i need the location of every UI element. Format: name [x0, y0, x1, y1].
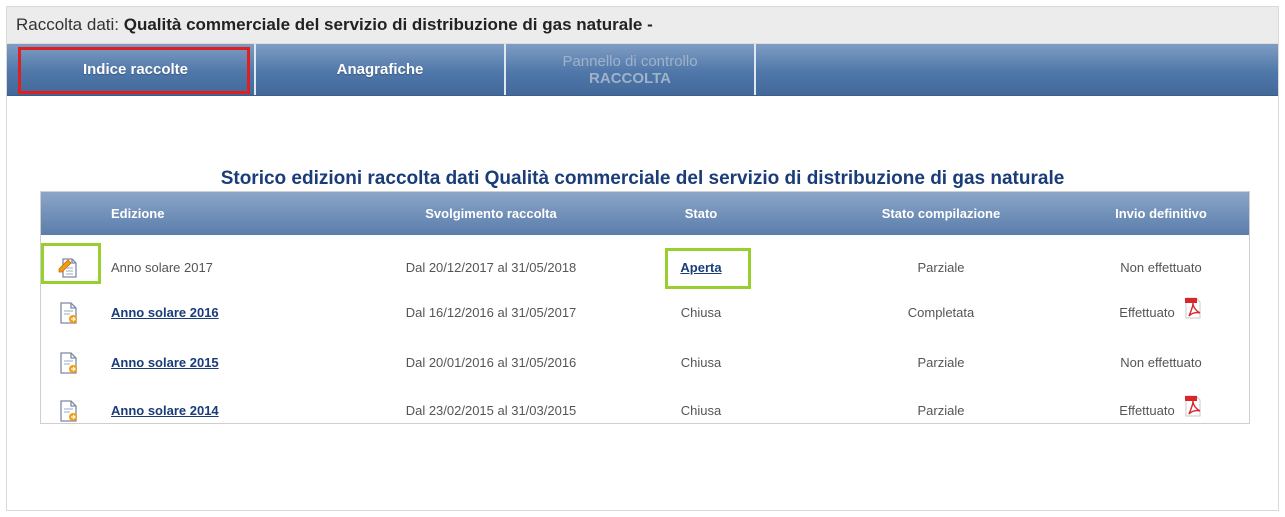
stato-aperta-link[interactable]: Aperta — [680, 260, 721, 275]
title-prefix: Raccolta dati: — [16, 15, 124, 34]
col-edizione: Edizione — [111, 206, 165, 221]
invio-label: Effettuato — [1119, 305, 1175, 320]
table-row: Anno solare 2014 Dal 23/02/2015 al 31/03… — [41, 386, 1249, 436]
cell-invio: Non effettuato — [1120, 355, 1202, 370]
cell-stato-compilazione: Parziale — [917, 403, 965, 418]
invio-label: Effettuato — [1119, 403, 1175, 418]
title-main: Qualità commerciale del servizio di dist… — [123, 15, 653, 34]
edizione-link[interactable]: Anno solare 2016 — [111, 305, 219, 320]
cell-stato: Chiusa — [680, 403, 722, 418]
cell-svolgimento: Dal 16/12/2016 al 31/05/2017 — [405, 305, 577, 320]
tab-label-line1: Pannello di controllo — [562, 52, 698, 70]
edizione-link[interactable]: Anno solare 2014 — [111, 403, 219, 418]
cell-svolgimento: Dal 20/12/2017 al 31/05/2018 — [405, 260, 577, 275]
col-stato: Stato — [684, 206, 718, 221]
table-row: Anno solare 2015 Dal 20/01/2016 al 31/05… — [41, 338, 1249, 388]
cell-stato-compilazione: Parziale — [917, 260, 965, 275]
cell-stato-compilazione: Completata — [907, 305, 975, 320]
cell-invio: Non effettuato — [1120, 260, 1202, 275]
cell-stato: Aperta — [641, 243, 761, 293]
tab-label: Anagrafiche — [336, 61, 424, 78]
tab-label: Indice raccolte — [82, 61, 189, 78]
main-navbar: Indice raccolte Anagrafiche Pannello di … — [7, 44, 1278, 96]
cell-invio: Effettuato — [1081, 288, 1241, 338]
cell-stato: Chiusa — [680, 305, 722, 320]
col-stato-compilazione: Stato compilazione — [881, 206, 1001, 221]
edizione-link[interactable]: Anno solare 2015 — [111, 355, 219, 370]
edit-document-icon[interactable] — [49, 252, 89, 284]
cell-edizione: Anno solare 2015 — [111, 338, 219, 388]
tab-label-line2: RACCOLTA — [589, 69, 671, 87]
table-row: Anno solare 2017 Dal 20/12/2017 al 31/05… — [41, 243, 1249, 293]
editions-table: Edizione Svolgimento raccolta Stato Stat… — [40, 191, 1250, 424]
pdf-icon[interactable] — [1183, 290, 1203, 340]
col-invio-definitivo: Invio definitivo — [1115, 206, 1207, 221]
col-svolgimento: Svolgimento raccolta — [425, 206, 557, 221]
tab-indice-raccolte[interactable]: Indice raccolte — [17, 44, 256, 95]
pdf-icon[interactable] — [1183, 388, 1203, 438]
cell-edizione: Anno solare 2016 — [111, 288, 219, 338]
cell-edizione: Anno solare 2017 — [111, 260, 213, 275]
cell-svolgimento: Dal 23/02/2015 al 31/03/2015 — [405, 403, 577, 418]
view-document-icon[interactable] — [49, 297, 89, 329]
tab-anagrafiche[interactable]: Anagrafiche — [256, 44, 506, 95]
title-bar: Raccolta dati: Qualità commerciale del s… — [7, 7, 1278, 44]
app-frame: Raccolta dati: Qualità commerciale del s… — [6, 6, 1279, 511]
table-row: Anno solare 2016 Dal 16/12/2016 al 31/05… — [41, 288, 1249, 338]
cell-invio: Effettuato — [1081, 386, 1241, 436]
cell-edizione: Anno solare 2014 — [111, 386, 219, 436]
view-document-icon[interactable] — [49, 395, 89, 427]
tab-pannello-di-controllo: Pannello di controllo RACCOLTA — [506, 44, 756, 95]
table-header: Edizione Svolgimento raccolta Stato Stat… — [41, 192, 1249, 235]
cell-stato: Chiusa — [680, 355, 722, 370]
page-title: Storico edizioni raccolta dati Qualità c… — [220, 168, 1065, 189]
cell-stato-compilazione: Parziale — [917, 355, 965, 370]
cell-svolgimento: Dal 20/01/2016 al 31/05/2016 — [405, 355, 577, 370]
view-document-icon[interactable] — [49, 347, 89, 379]
